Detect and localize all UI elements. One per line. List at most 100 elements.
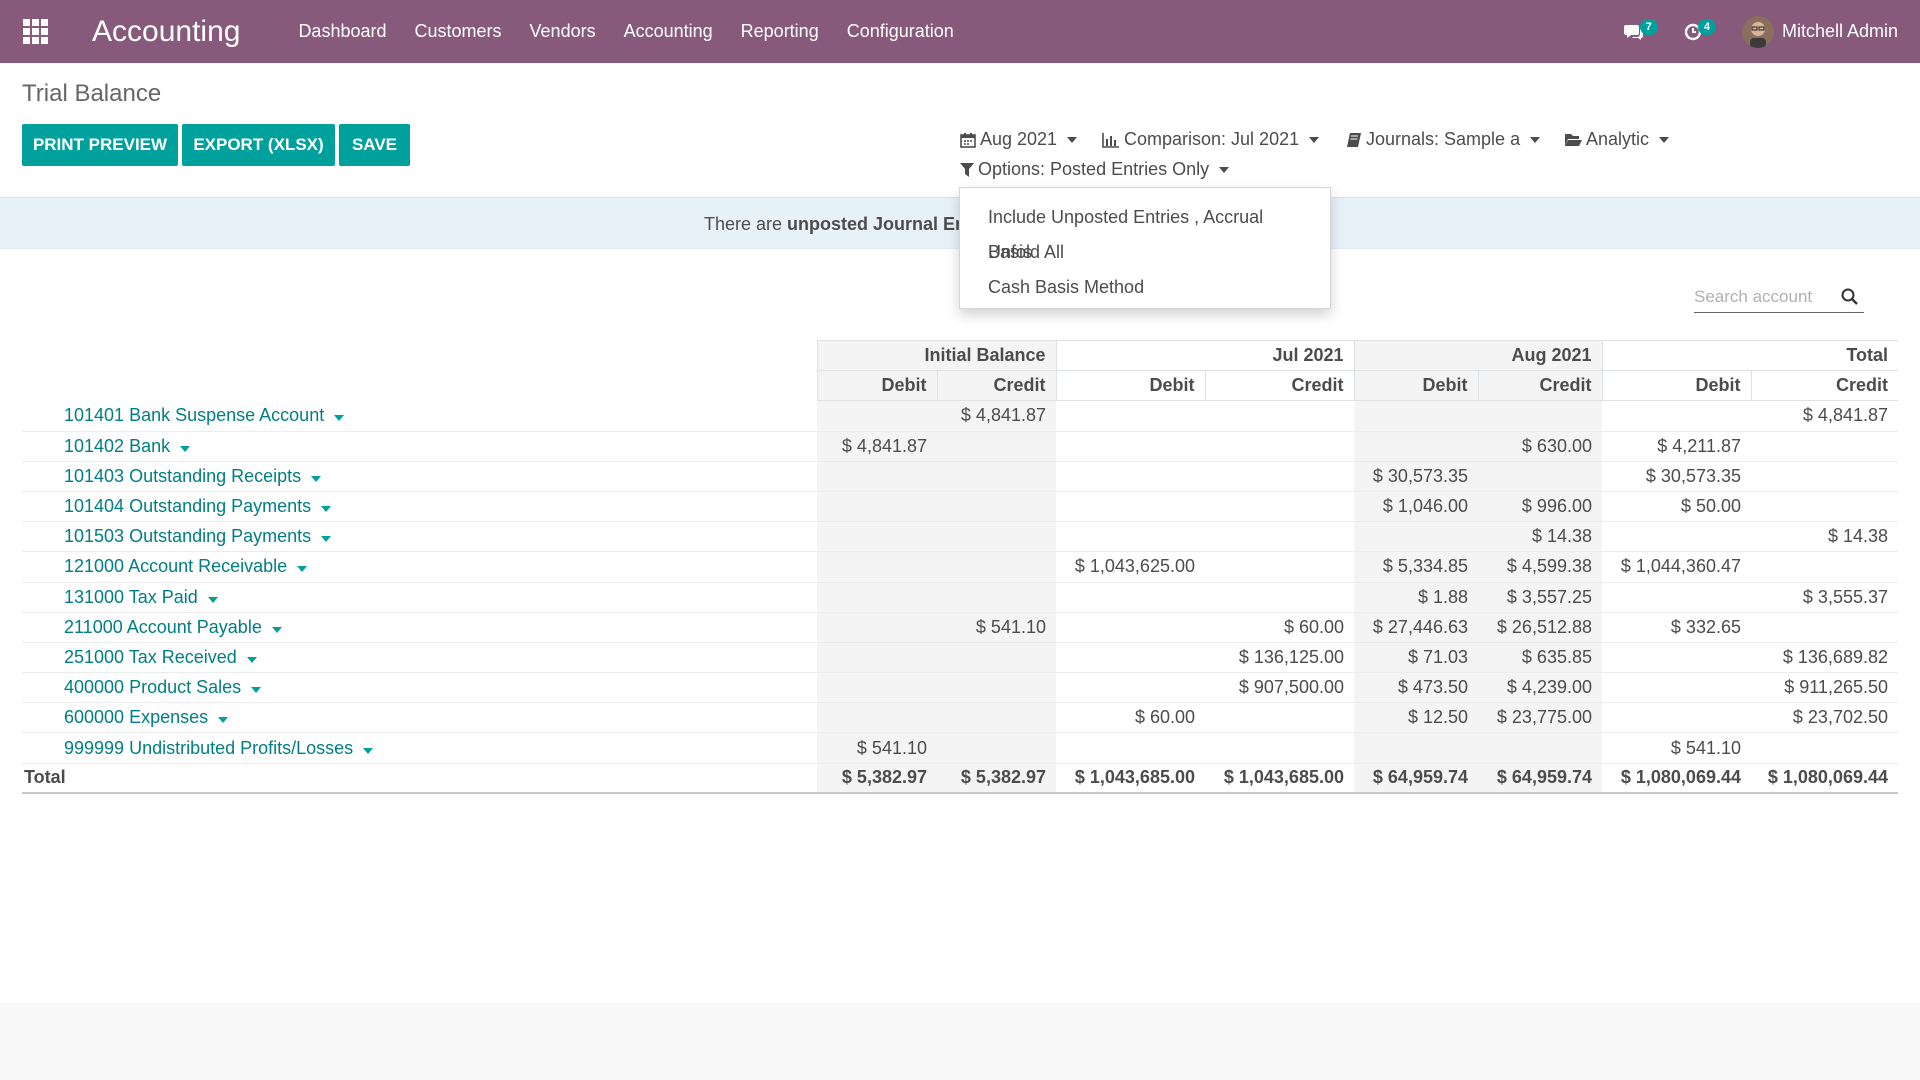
account-link[interactable]: 101404 Outstanding Payments bbox=[22, 491, 817, 523]
footer-area bbox=[0, 1003, 1920, 1080]
amount-cell bbox=[937, 431, 1056, 462]
systray: 7 4 Mitchell Admin bbox=[1623, 0, 1898, 63]
book-icon bbox=[1346, 132, 1362, 148]
table-row: 999999 Undistributed Profits/Losses $ 541… bbox=[22, 732, 1898, 764]
amount-cell: $ 60.00 bbox=[1205, 612, 1354, 643]
menu-vendors[interactable]: Vendors bbox=[516, 0, 610, 63]
caret-down-icon[interactable] bbox=[321, 506, 332, 513]
caret-down-icon[interactable] bbox=[271, 626, 282, 633]
amount-cell: $ 1.88 bbox=[1354, 582, 1478, 613]
report-page: Trial Balance Print Preview Export (XLSX… bbox=[0, 63, 1920, 1003]
activities-button[interactable]: 4 bbox=[1684, 0, 1716, 63]
print-preview-button[interactable]: Print Preview bbox=[22, 124, 178, 166]
app-brand[interactable]: Accounting bbox=[92, 15, 240, 49]
amount-cell: $ 23,702.50 bbox=[1751, 702, 1898, 734]
amount-cell: $ 541.10 bbox=[937, 612, 1056, 643]
caret-down-icon[interactable] bbox=[363, 747, 374, 754]
amount-cell: $ 136,689.82 bbox=[1751, 642, 1898, 674]
amount-cell bbox=[937, 461, 1056, 492]
account-link[interactable]: 600000 Expenses bbox=[22, 702, 817, 734]
menu-accounting[interactable]: Accounting bbox=[610, 0, 727, 63]
comparison-filter[interactable]: Comparison: Jul 2021 bbox=[1102, 129, 1320, 150]
amount-cell bbox=[1602, 702, 1751, 734]
amount-cell: $ 50.00 bbox=[1602, 491, 1751, 523]
account-link[interactable]: 999999 Undistributed Profits/Losses bbox=[22, 732, 817, 764]
account-name: 600000 Expenses bbox=[64, 707, 209, 728]
account-link[interactable]: 101401 Bank Suspense Account bbox=[22, 400, 817, 432]
amount-cell: $ 4,841.87 bbox=[937, 400, 1056, 432]
menu-dashboard[interactable]: Dashboard bbox=[284, 0, 400, 63]
journals-filter-label: Journals: Sample a bbox=[1366, 129, 1521, 149]
account-name: 251000 Tax Received bbox=[64, 646, 237, 667]
amount-cell bbox=[1602, 582, 1751, 613]
header-credit: Credit bbox=[936, 370, 1056, 402]
caret-down-icon[interactable] bbox=[297, 566, 308, 573]
account-link[interactable]: 101403 Outstanding Receipts bbox=[22, 461, 817, 492]
export-xlsx-button[interactable]: Export (XLSX) bbox=[182, 124, 335, 166]
journals-filter[interactable]: Journals: Sample a bbox=[1346, 129, 1541, 150]
account-link[interactable]: 131000 Tax Paid bbox=[22, 582, 817, 613]
comparison-filter-label: Comparison: Jul 2021 bbox=[1124, 129, 1300, 149]
amount-cell bbox=[817, 582, 937, 613]
amount-cell: $ 541.10 bbox=[817, 732, 937, 764]
table-row: 101503 Outstanding Payments $ 14.38 $ 14.3… bbox=[22, 521, 1898, 553]
caret-down-icon[interactable] bbox=[334, 415, 345, 422]
account-link[interactable]: 101402 Bank bbox=[22, 431, 817, 462]
menu-configuration[interactable]: Configuration bbox=[833, 0, 968, 63]
account-name: 131000 Tax Paid bbox=[64, 586, 198, 607]
amount-cell bbox=[1056, 612, 1205, 643]
account-name: 999999 Undistributed Profits/Losses bbox=[64, 737, 354, 758]
search-icon[interactable] bbox=[1841, 288, 1858, 310]
menu-reporting[interactable]: Reporting bbox=[727, 0, 833, 63]
save-button[interactable]: Save bbox=[339, 124, 410, 166]
table-row: 251000 Tax Received $ 136,125.00 $ 71.03 $ … bbox=[22, 642, 1898, 674]
account-link[interactable]: 101503 Outstanding Payments bbox=[22, 521, 817, 553]
amount-cell bbox=[1205, 732, 1354, 764]
messages-button[interactable]: 7 bbox=[1623, 0, 1658, 63]
unposted-entries-link[interactable]: unposted Journal Entr bbox=[787, 214, 979, 234]
user-menu[interactable]: Mitchell Admin bbox=[1741, 0, 1898, 63]
caret-down-icon[interactable] bbox=[180, 445, 191, 452]
amount-cell: $ 4,599.38 bbox=[1478, 551, 1602, 583]
apps-menu-icon[interactable] bbox=[0, 0, 70, 63]
amount-cell bbox=[1751, 732, 1898, 764]
account-link[interactable]: 211000 Account Payable bbox=[22, 612, 817, 643]
caret-down-icon[interactable] bbox=[218, 717, 229, 724]
amount-cell: $ 3,557.25 bbox=[1478, 582, 1602, 613]
caret-down-icon[interactable] bbox=[251, 687, 262, 694]
caret-down-icon[interactable] bbox=[246, 656, 257, 663]
options-filter[interactable]: Options: Posted Entries Only bbox=[960, 159, 1230, 180]
bar-chart-icon bbox=[1102, 132, 1120, 148]
amount-cell: $ 3,555.37 bbox=[1751, 582, 1898, 613]
account-link[interactable]: 400000 Product Sales bbox=[22, 672, 817, 704]
header-initial-balance: Initial Balance bbox=[816, 339, 1056, 371]
search-input[interactable] bbox=[1694, 286, 1834, 307]
option-unfold-all[interactable]: Unfold All bbox=[960, 235, 1330, 270]
amount-cell bbox=[817, 521, 937, 553]
amount-cell: $ 630.00 bbox=[1478, 431, 1602, 462]
account-link[interactable]: 251000 Tax Received bbox=[22, 642, 817, 674]
caret-down-icon[interactable] bbox=[311, 475, 322, 482]
account-link[interactable]: 121000 Account Receivable bbox=[22, 551, 817, 583]
amount-cell bbox=[817, 491, 937, 523]
amount-cell bbox=[817, 400, 937, 432]
filter-icon bbox=[960, 162, 974, 178]
caret-down-icon[interactable] bbox=[321, 536, 332, 543]
date-filter[interactable]: Aug 2021 bbox=[960, 129, 1078, 150]
analytic-filter[interactable]: Analytic bbox=[1564, 129, 1670, 150]
amount-cell: $ 4,841.87 bbox=[1751, 400, 1898, 432]
amount-cell bbox=[937, 732, 1056, 764]
amount-cell: $ 26,512.88 bbox=[1478, 612, 1602, 643]
option-cash-basis[interactable]: Cash Basis Method bbox=[960, 270, 1330, 305]
amount-cell bbox=[817, 461, 937, 492]
top-navbar: Accounting Dashboard Customers Vendors A… bbox=[0, 0, 1920, 63]
chevron-down-icon bbox=[1659, 136, 1670, 143]
main-menu: Dashboard Customers Vendors Accounting R… bbox=[284, 0, 967, 63]
menu-customers[interactable]: Customers bbox=[401, 0, 516, 63]
amount-cell bbox=[1056, 400, 1205, 432]
table-row: 400000 Product Sales $ 907,500.00 $ 473.50… bbox=[22, 672, 1898, 704]
amount-cell: $ 12.50 bbox=[1354, 702, 1478, 734]
total-row: Total $ 5,382.97 $ 5,382.97 $ 1,043,685.… bbox=[22, 762, 1898, 795]
caret-down-icon[interactable] bbox=[207, 596, 218, 603]
option-include-unposted[interactable]: Include Unposted Entries , Accrual Basis bbox=[960, 200, 1330, 262]
